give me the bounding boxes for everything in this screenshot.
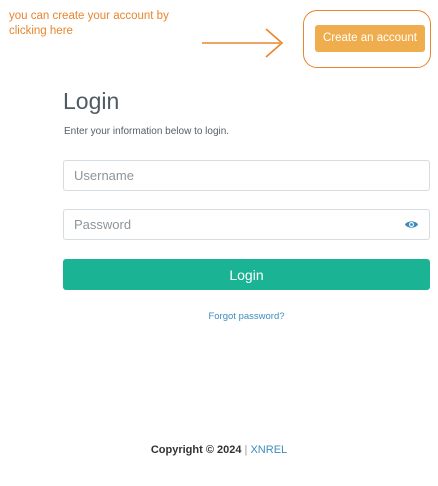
page-title: Login <box>63 88 120 114</box>
forgot-password-link[interactable]: Forgot password? <box>63 311 430 322</box>
create-account-button[interactable]: Create an account <box>315 25 425 52</box>
annotation-arrow-icon <box>202 28 284 58</box>
brand-link[interactable]: XNREL <box>250 444 287 456</box>
eye-icon[interactable] <box>404 218 419 231</box>
footer-separator: | <box>244 444 248 456</box>
username-input[interactable] <box>63 160 430 191</box>
copyright-text: Copyright © 2024 <box>150 444 242 456</box>
password-input[interactable] <box>63 209 430 240</box>
login-instructions: Enter your information below to login. <box>64 126 230 137</box>
login-button[interactable]: Login <box>63 259 430 290</box>
tutorial-annotation-text: you can create your account by clicking … <box>9 10 169 37</box>
footer: Copyright © 2024 | XNREL <box>0 444 438 456</box>
